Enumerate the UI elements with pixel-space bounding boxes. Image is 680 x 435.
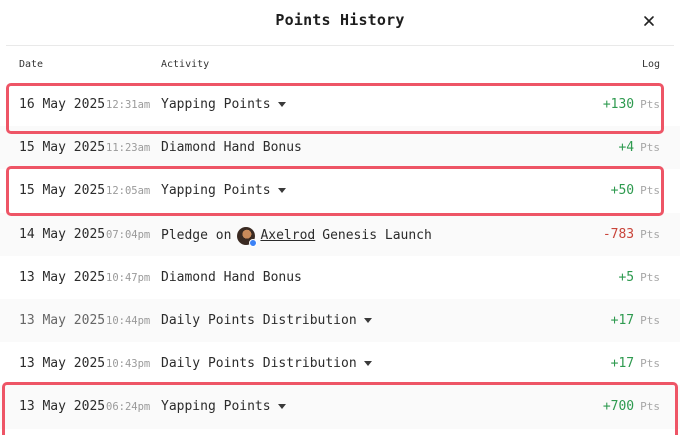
row-time: 11:23am (106, 142, 151, 155)
column-header-date: Date (19, 59, 44, 70)
activity-label: Diamond Hand Bonus (161, 140, 302, 156)
history-row: 15 May 2025 11:23am Diamond Hand Bonus +… (0, 126, 680, 170)
header-divider (6, 45, 674, 46)
points-value: +50 (610, 183, 635, 199)
row-time: 12:05am (106, 185, 151, 198)
row-time: 10:44pm (106, 314, 151, 327)
activity-label: Daily Points Distribution (161, 312, 357, 328)
column-header-log: Log (641, 59, 660, 70)
chevron-down-icon[interactable] (363, 361, 372, 367)
points-unit: Pts (640, 184, 660, 198)
points-unit: Pts (640, 98, 660, 111)
row-activity: Pledge on Axelrod Genesis Launch (161, 226, 432, 247)
row-time: 12:31am (106, 99, 151, 111)
points-unit: Pts (640, 357, 660, 371)
points-value: -783 (602, 226, 635, 242)
chevron-down-icon[interactable] (277, 404, 286, 410)
row-date: 13 May 2025 (19, 356, 106, 372)
activity-label: Yapping Points (161, 183, 271, 199)
row-log: -783 Pts (603, 227, 660, 242)
points-value: +17 (610, 356, 635, 372)
row-activity[interactable]: Yapping Points (161, 183, 286, 198)
history-row: 13 May 2025 06:24pm Yapping Points +700 … (0, 385, 680, 429)
points-unit: Pts (640, 270, 660, 284)
modal-header: Points History (0, 0, 680, 44)
activity-label: Daily Points Distribution (161, 356, 357, 372)
row-activity[interactable]: Yapping Points (161, 97, 286, 112)
points-value: +5 (618, 269, 635, 285)
points-value: +4 (618, 140, 635, 156)
history-row: 13 May 2025 10:44pm Daily Points Distrib… (0, 298, 680, 343)
row-activity[interactable]: Daily Points Distribution (161, 313, 372, 328)
row-date: 14 May 2025 (19, 226, 106, 242)
row-log: +17 Pts (611, 313, 660, 328)
history-row: 14 May 2025 07:04pm Pledge on Axelrod Ge… (0, 212, 680, 256)
row-log: +17 Pts (611, 356, 660, 371)
chevron-down-icon[interactable] (277, 188, 286, 194)
row-time: 10:47pm (106, 271, 151, 284)
points-history-modal: Points History Date Activity Log 16 May … (0, 0, 680, 435)
row-activity[interactable]: Daily Points Distribution (161, 356, 372, 371)
row-activity[interactable]: Yapping Points (161, 399, 286, 414)
history-row: 15 May 2025 12:05am Yapping Points +50 P… (0, 169, 680, 212)
points-value: +17 (610, 312, 635, 328)
modal-title: Points History (275, 11, 405, 29)
activity-prefix: Pledge on (161, 228, 232, 244)
points-unit: Pts (640, 313, 660, 327)
activity-label: Diamond Hand Bonus (161, 269, 302, 285)
points-unit: Pts (640, 141, 660, 155)
row-log: +4 Pts (618, 140, 660, 155)
row-log: +700 Pts (603, 399, 660, 414)
row-date: 16 May 2025 (19, 97, 106, 112)
row-activity: Diamond Hand Bonus (161, 140, 302, 155)
row-date: 13 May 2025 (19, 399, 106, 415)
row-date: 13 May 2025 (19, 312, 106, 328)
history-row: 13 May 2025 10:47pm Diamond Hand Bonus +… (0, 256, 680, 299)
activity-label: Yapping Points (161, 399, 271, 415)
column-header-activity: Activity (161, 59, 210, 70)
row-date: 15 May 2025 (19, 183, 106, 199)
row-time: 07:04pm (106, 228, 151, 241)
row-date: 15 May 2025 (19, 140, 106, 156)
row-time: 06:24pm (106, 401, 151, 414)
activity-label: Yapping Points (161, 97, 271, 112)
history-list: 16 May 2025 12:31am Yapping Points +130 … (0, 83, 680, 429)
row-activity: Diamond Hand Bonus (161, 270, 302, 285)
avatar[interactable] (237, 226, 258, 247)
history-row: 13 May 2025 10:43pm Daily Points Distrib… (0, 342, 680, 385)
row-time: 10:43pm (106, 358, 151, 371)
row-log: +130 Pts (603, 97, 660, 112)
row-date: 13 May 2025 (19, 269, 106, 285)
project-link[interactable]: Axelrod (260, 228, 315, 243)
history-row: 16 May 2025 12:31am Yapping Points +130 … (0, 83, 680, 126)
points-unit: Pts (640, 227, 660, 241)
verified-badge-icon (249, 238, 258, 247)
chevron-down-icon[interactable] (277, 102, 286, 107)
points-value: +700 (602, 399, 635, 415)
close-icon[interactable] (640, 12, 658, 30)
points-value: +130 (602, 97, 635, 112)
row-log: +50 Pts (611, 183, 660, 198)
points-unit: Pts (640, 400, 660, 414)
chevron-down-icon[interactable] (363, 317, 372, 323)
row-log: +5 Pts (618, 270, 660, 285)
activity-suffix: Genesis Launch (322, 228, 432, 244)
